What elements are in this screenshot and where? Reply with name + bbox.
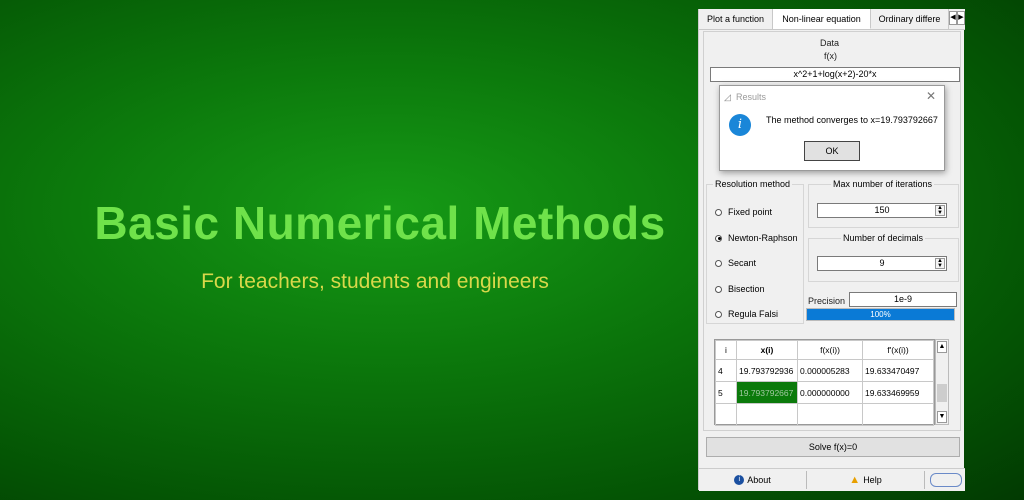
tab-non-linear-equation[interactable]: Non-linear equation bbox=[773, 9, 871, 29]
warning-icon: ▲ bbox=[849, 474, 861, 486]
radio-regula-falsi[interactable]: Regula Falsi bbox=[715, 309, 778, 319]
radio-newton-raphson[interactable]: Newton-Raphson bbox=[715, 233, 798, 243]
col-header-fx: f(x(i)) bbox=[797, 340, 863, 360]
decimals-spinner[interactable]: 9 ▲ ▼ bbox=[817, 256, 947, 271]
table-header-row: i x(i) f(x(i)) f'(x(i)) bbox=[715, 340, 934, 360]
scroll-up-icon[interactable]: ▲ bbox=[937, 341, 947, 353]
progress-bar: 100% bbox=[806, 308, 955, 321]
results-dialog: ◿ Results ✕ i The method converges to x=… bbox=[719, 85, 945, 171]
max-iterations-group: Max number of iterations 150 ▲ ▼ bbox=[808, 179, 959, 228]
info-icon: i bbox=[734, 475, 745, 485]
spinner-arrows-icon[interactable]: ▲ ▼ bbox=[935, 258, 945, 269]
table-row[interactable]: 4 19.793792936 0.000005283 19.633470497 bbox=[715, 359, 934, 382]
max-iterations-title: Max number of iterations bbox=[831, 179, 935, 189]
about-button[interactable]: i About bbox=[699, 471, 807, 489]
radio-secant[interactable]: Secant bbox=[715, 258, 756, 268]
scroll-thumb[interactable] bbox=[937, 384, 947, 402]
table-row[interactable]: 5 19.793792667 0.000000000 19.633469959 bbox=[715, 381, 934, 404]
col-header-x: x(i) bbox=[736, 340, 798, 360]
radio-fixed-point[interactable]: Fixed point bbox=[715, 207, 772, 217]
hero-title: Basic Numerical Methods bbox=[94, 197, 666, 249]
tab-bar: Plot a function Non-linear equation Ordi… bbox=[699, 9, 965, 30]
hero-subtitle: For teachers, students and engineers bbox=[201, 270, 549, 293]
help-button[interactable]: ▲ Help bbox=[807, 471, 925, 489]
fx-label: f(x) bbox=[824, 51, 837, 61]
radio-bisection[interactable]: Bisection bbox=[715, 284, 765, 294]
precision-label: Precision bbox=[808, 296, 846, 306]
table-row-empty[interactable] bbox=[715, 403, 934, 426]
resolution-method-title: Resolution method bbox=[713, 179, 793, 189]
progress-text: 100% bbox=[870, 310, 891, 319]
table-scrollbar[interactable]: ▲ ▼ bbox=[935, 339, 949, 425]
tab-scroll-left-icon[interactable]: ◀ bbox=[949, 11, 957, 25]
logo-icon bbox=[927, 471, 965, 489]
radio-secant-icon bbox=[715, 259, 722, 267]
radio-fixed-point-icon bbox=[715, 208, 722, 216]
radio-regula-falsi-icon bbox=[715, 310, 722, 318]
tab-ordinary-differential[interactable]: Ordinary differe bbox=[871, 9, 949, 29]
info-icon: i bbox=[729, 114, 751, 136]
tab-scroll-arrows: ◀ ▶ bbox=[949, 11, 965, 25]
close-icon[interactable]: ✕ bbox=[926, 89, 936, 103]
radio-bisection-icon bbox=[715, 285, 722, 293]
max-iterations-spinner[interactable]: 150 ▲ ▼ bbox=[817, 203, 947, 218]
precision-input[interactable]: 1e-9 bbox=[849, 292, 957, 307]
col-header-i: i bbox=[715, 340, 737, 360]
tab-scroll-right-icon[interactable]: ▶ bbox=[957, 11, 965, 25]
selected-cell[interactable]: 19.793792667 bbox=[736, 381, 798, 404]
data-section-title: Data bbox=[820, 38, 840, 48]
spinner-arrows-icon[interactable]: ▲ ▼ bbox=[935, 205, 945, 216]
scroll-down-icon[interactable]: ▼ bbox=[937, 411, 947, 423]
app-window: Plot a function Non-linear equation Ordi… bbox=[698, 9, 965, 491]
solve-button[interactable]: Solve f(x)=0 bbox=[706, 437, 960, 457]
col-header-dfx: f'(x(i)) bbox=[862, 340, 934, 360]
dialog-message: The method converges to x=19.793792667 bbox=[766, 115, 938, 125]
iterations-table[interactable]: i x(i) f(x(i)) f'(x(i)) 4 19.793792936 0… bbox=[714, 339, 935, 426]
decimals-group: Number of decimals 9 ▲ ▼ bbox=[808, 233, 959, 282]
tab-plot-function[interactable]: Plot a function bbox=[699, 9, 773, 29]
dialog-title: Results bbox=[736, 92, 767, 102]
decimals-title: Number of decimals bbox=[841, 233, 926, 243]
ok-button[interactable]: OK bbox=[804, 141, 860, 161]
resolution-method-group: Resolution method Fixed point Newton-Rap… bbox=[706, 179, 804, 324]
bottom-bar: i About ▲ Help bbox=[699, 468, 965, 491]
app-triangle-icon: ◿ bbox=[724, 92, 731, 102]
fx-input[interactable]: x^2+1+log(x+2)-20*x bbox=[710, 67, 960, 82]
radio-newton-raphson-icon bbox=[715, 234, 722, 242]
